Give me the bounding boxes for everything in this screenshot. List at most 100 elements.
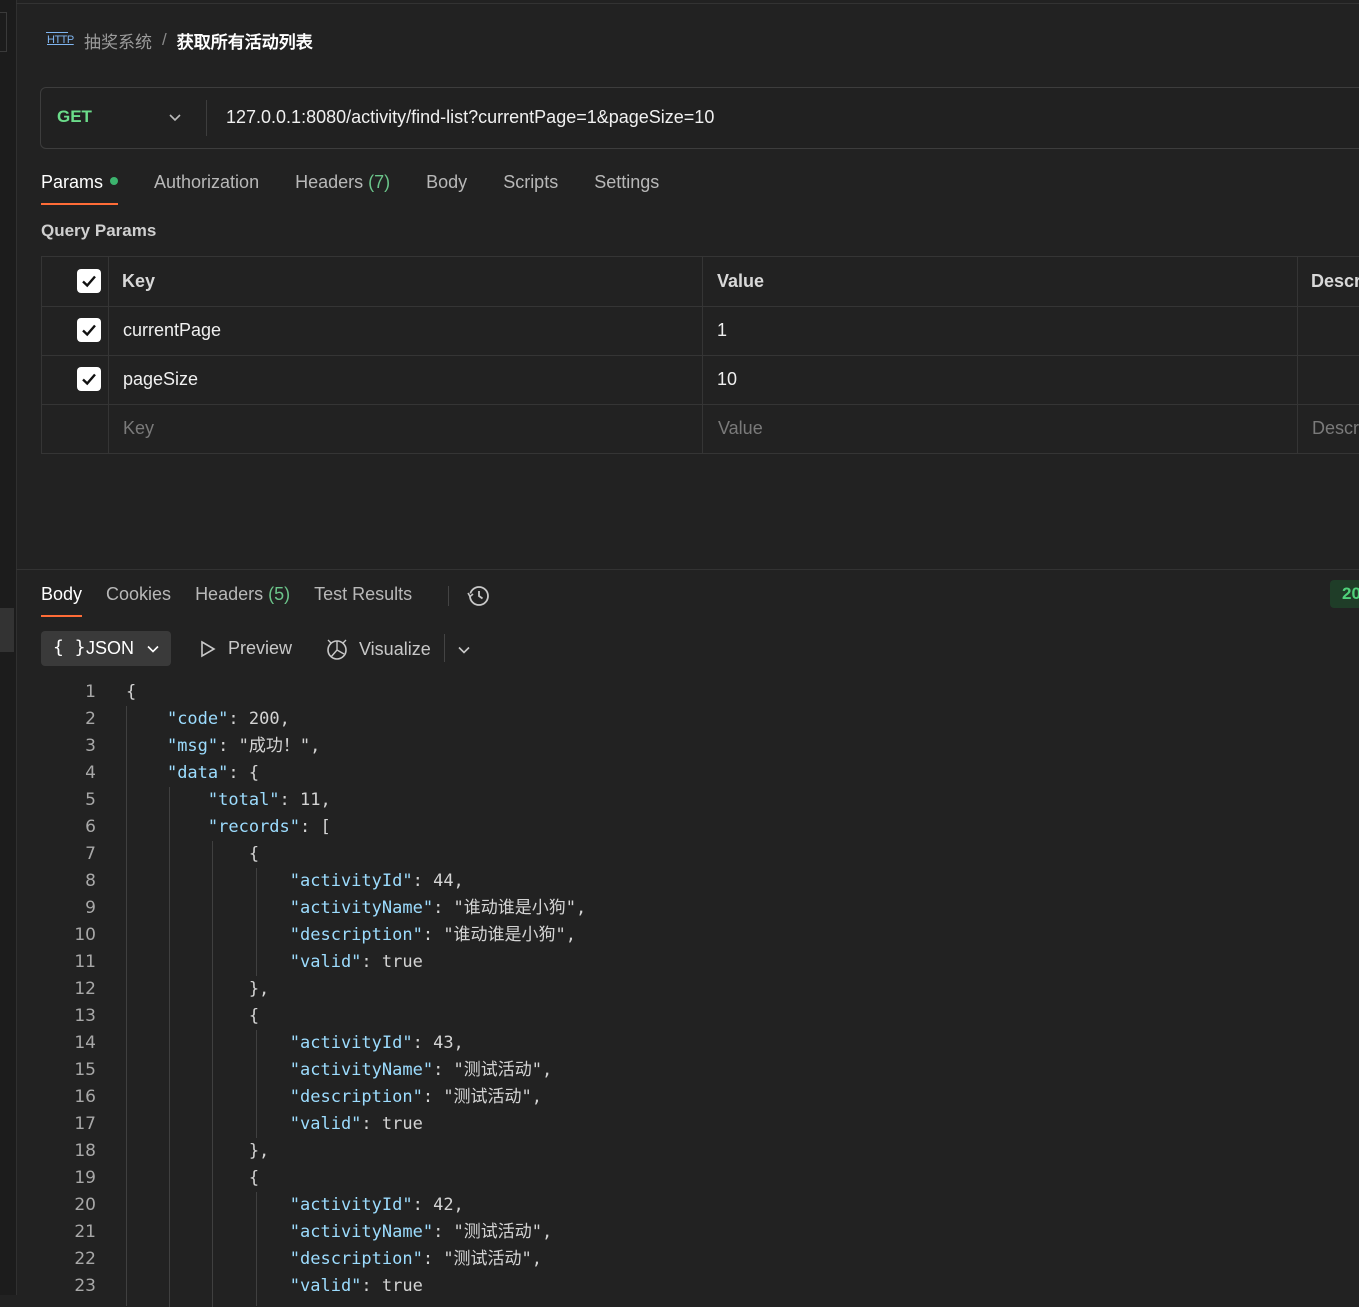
code-text: { xyxy=(126,1006,260,1026)
new-description-input[interactable]: Descr xyxy=(1312,418,1359,439)
chevron-down-icon[interactable] xyxy=(167,109,183,125)
new-value-input[interactable]: Value xyxy=(718,418,763,439)
format-select[interactable]: { } JSON xyxy=(41,631,171,666)
format-label: JSON xyxy=(86,638,135,658)
response-tabs: Body Cookies Headers (5) Test Results xyxy=(41,584,436,617)
line-number: 19 xyxy=(74,1168,96,1188)
tab-params-label: Params xyxy=(41,172,104,192)
select-all-checkbox[interactable] xyxy=(77,269,101,293)
code-text: { xyxy=(126,1168,260,1188)
breadcrumb: HTTP 抽奖系统 / 获取所有活动列表 xyxy=(46,26,313,54)
json-braces-icon: { } xyxy=(53,637,86,658)
table-header-row: Key Value Descr xyxy=(42,257,1359,307)
sidebar-edge xyxy=(0,0,17,1295)
visualize-label: Visualize xyxy=(359,638,431,659)
tab-body-label: Body xyxy=(426,172,468,192)
code-text: "data": { xyxy=(166,763,260,783)
row-checkbox[interactable] xyxy=(77,367,101,391)
http-icon-label: HTTP xyxy=(47,34,74,46)
table-row: currentPage 1 xyxy=(42,306,1359,356)
request-title[interactable]: 获取所有活动列表 xyxy=(177,28,313,53)
tab-response-headers[interactable]: Headers (5) xyxy=(195,584,290,617)
row-checkbox[interactable] xyxy=(77,318,101,342)
new-key-input[interactable]: Key xyxy=(123,418,154,439)
line-number: 21 xyxy=(74,1222,96,1242)
tab-response-body[interactable]: Body xyxy=(41,584,83,617)
code-text: "activityId": 42, xyxy=(289,1195,464,1215)
code-text: "code": 200, xyxy=(166,709,290,729)
sidebar-collapse-handle[interactable] xyxy=(0,12,7,52)
chevron-down-icon[interactable] xyxy=(456,642,472,658)
code-text: "description": "测试活动", xyxy=(289,1249,543,1269)
tab-settings-label: Settings xyxy=(594,172,660,192)
preview-label: Preview xyxy=(228,638,293,658)
line-number: 5 xyxy=(85,790,96,810)
tab-authorization[interactable]: Authorization xyxy=(154,172,259,205)
code-text: "valid": true xyxy=(289,1276,423,1296)
visualize-icon xyxy=(327,639,347,660)
url-input[interactable]: 127.0.0.1:8080/activity/find-list?curren… xyxy=(226,107,714,128)
line-number: 1 xyxy=(85,682,96,702)
status-badge: 20 xyxy=(1330,580,1359,608)
line-number: 18 xyxy=(74,1141,96,1161)
preview-button[interactable]: Preview xyxy=(198,638,292,659)
line-number: 2 xyxy=(85,709,96,729)
code-text: "activityName": "测试活动", xyxy=(289,1222,553,1242)
code-text: { xyxy=(126,682,137,702)
tab-headers[interactable]: Headers (7) xyxy=(295,172,390,205)
tab-headers-label: Headers xyxy=(295,172,364,192)
code-text: "valid": true xyxy=(289,1114,423,1134)
table-row: pageSize 10 xyxy=(42,355,1359,405)
params-active-dot xyxy=(110,177,119,185)
params-table: Key Value Descr currentPage 1 pageSize 1… xyxy=(41,256,1359,454)
line-number: 23 xyxy=(74,1276,96,1296)
code-text: "total": 11, xyxy=(207,790,331,810)
response-divider[interactable] xyxy=(16,569,1359,570)
visualize-button[interactable]: Visualize xyxy=(325,637,431,661)
tab-test-results[interactable]: Test Results xyxy=(314,584,412,617)
code-text: { xyxy=(126,844,260,864)
line-number: 16 xyxy=(74,1087,96,1107)
chevron-down-icon xyxy=(147,645,159,653)
line-number: 13 xyxy=(74,1006,96,1026)
checkmark-icon xyxy=(82,373,96,386)
param-value[interactable]: 1 xyxy=(717,320,727,341)
line-number: 10 xyxy=(74,925,96,945)
tab-params[interactable]: Params xyxy=(41,172,119,205)
code-text: "msg": "成功！", xyxy=(166,736,321,756)
code-text: "records": [ xyxy=(207,817,331,837)
url-bar: GET 127.0.0.1:8080/activity/find-list?cu… xyxy=(40,87,1359,149)
code-text: "activityName": "谁动谁是小狗", xyxy=(289,898,587,918)
checkmark-icon xyxy=(82,324,96,337)
tab-cookies[interactable]: Cookies xyxy=(106,584,171,617)
visualize-divider xyxy=(444,634,445,662)
line-number: 22 xyxy=(74,1249,96,1269)
tab-scripts[interactable]: Scripts xyxy=(503,172,558,205)
header-value: Value xyxy=(717,271,765,291)
code-text: "activityName": "测试活动", xyxy=(289,1060,553,1080)
tab-divider xyxy=(448,586,449,606)
line-number: 9 xyxy=(85,898,96,918)
line-number: 8 xyxy=(85,871,96,891)
param-key[interactable]: currentPage xyxy=(123,320,221,341)
tab-scripts-label: Scripts xyxy=(503,172,559,192)
code-text: "description": "测试活动", xyxy=(289,1087,543,1107)
param-key[interactable]: pageSize xyxy=(123,369,198,390)
method-select[interactable]: GET xyxy=(57,107,92,127)
param-value[interactable]: 10 xyxy=(717,369,737,390)
url-divider xyxy=(206,100,207,136)
top-divider xyxy=(16,3,1359,4)
history-icon[interactable] xyxy=(466,583,492,609)
tab-test-results-label: Test Results xyxy=(314,584,413,604)
tab-body[interactable]: Body xyxy=(426,172,467,205)
line-number: 3 xyxy=(85,736,96,756)
query-params-title: Query Params xyxy=(41,221,157,240)
tab-cookies-label: Cookies xyxy=(106,584,172,604)
tab-response-body-label: Body xyxy=(41,584,83,604)
breadcrumb-collection[interactable]: 抽奖系统 xyxy=(84,28,152,53)
request-tabs: Params Authorization Headers (7) Body Sc… xyxy=(41,172,695,205)
tab-settings[interactable]: Settings xyxy=(594,172,659,205)
tab-response-headers-label: Headers xyxy=(195,584,264,604)
line-number: 4 xyxy=(85,763,96,783)
code-text: "activityId": 43, xyxy=(289,1033,464,1053)
